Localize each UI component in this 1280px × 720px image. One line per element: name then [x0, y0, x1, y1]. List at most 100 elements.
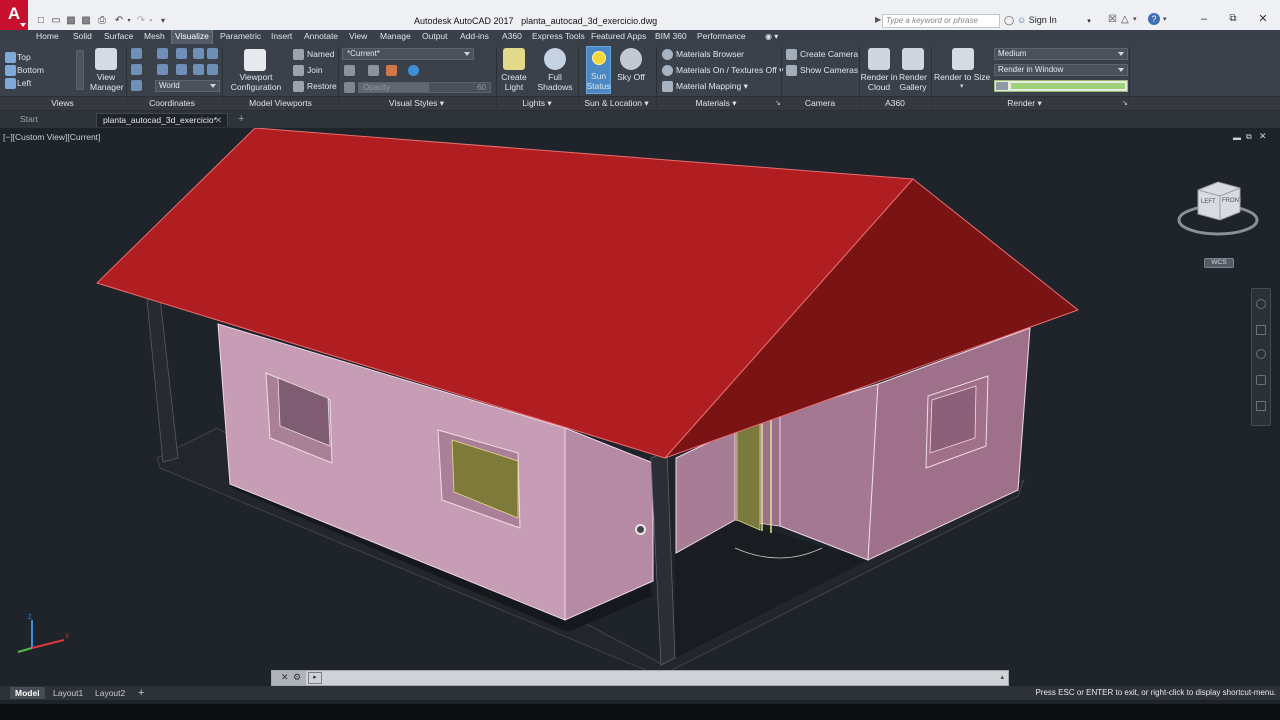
- ucs-face-icon[interactable]: [193, 48, 204, 59]
- tab-output[interactable]: Output: [419, 30, 451, 44]
- create-camera-button[interactable]: Create Camera: [800, 49, 858, 59]
- tab-visualize[interactable]: Visualize: [171, 30, 213, 44]
- sign-in-button[interactable]: ☺ Sign In ▾: [1017, 15, 1091, 25]
- chevron-down-icon[interactable]: ▾: [1163, 15, 1167, 23]
- new-tab-icon[interactable]: +: [232, 113, 250, 127]
- customize-toolbar-icon[interactable]: ▾: [157, 15, 169, 27]
- save-icon[interactable]: ▩: [65, 15, 77, 27]
- command-prompt-icon[interactable]: ▸: [308, 672, 322, 684]
- tab-addins[interactable]: Add-ins: [457, 30, 492, 44]
- render-settings-icon[interactable]: ↘: [1122, 99, 1128, 107]
- tab-mesh[interactable]: Mesh: [141, 30, 168, 44]
- view-left-button[interactable]: Left: [17, 78, 31, 88]
- steering-wheel-icon[interactable]: [1256, 299, 1266, 309]
- house-model[interactable]: [0, 128, 1280, 686]
- viewport-configuration-button[interactable]: Viewport Configuration: [226, 72, 286, 92]
- viewcube-left-face[interactable]: LEFT: [1201, 199, 1216, 205]
- plot-icon[interactable]: ⎙: [96, 15, 108, 27]
- panel-title-visual-styles[interactable]: Visual Styles ▾: [339, 96, 494, 110]
- minimize-icon[interactable]: –: [1195, 12, 1213, 26]
- ucs-origin-icon[interactable]: [131, 64, 142, 75]
- panel-title-materials[interactable]: Materials ▾: [657, 96, 775, 110]
- drawing-viewport[interactable]: [−][Custom View][Current] ▬ ⧉ ✕ LEFT FRO…: [0, 128, 1280, 686]
- xray-icon[interactable]: [408, 65, 419, 76]
- stay-connected-icon[interactable]: △: [1121, 14, 1129, 25]
- tab-bim-360[interactable]: BIM 360: [652, 30, 690, 44]
- tab-insert[interactable]: Insert: [268, 30, 295, 44]
- sky-off-button[interactable]: Sky Off: [612, 72, 650, 82]
- show-cameras-button[interactable]: Show Cameras: [800, 65, 858, 75]
- panel-title-sun-location[interactable]: Sun & Location ▾: [579, 96, 654, 110]
- add-layout-icon[interactable]: +: [133, 687, 149, 699]
- close-icon[interactable]: ✕: [1254, 12, 1272, 26]
- view-manager-button[interactable]: View Manager: [90, 72, 124, 92]
- ucs-world-icon[interactable]: [131, 80, 142, 91]
- join-viewports-button[interactable]: Join: [307, 65, 323, 75]
- visual-style-dropdown[interactable]: *Current*: [342, 48, 474, 60]
- tab-surface[interactable]: Surface: [101, 30, 136, 44]
- materials-browser-button[interactable]: Materials Browser: [676, 49, 744, 59]
- save-as-icon[interactable]: ▩: [80, 15, 92, 27]
- layout-tab-layout2[interactable]: Layout2: [90, 687, 130, 699]
- tab-solid[interactable]: Solid: [70, 30, 95, 44]
- search-expand-icon[interactable]: ▶: [875, 15, 881, 24]
- panel-title-render[interactable]: Render ▾: [932, 96, 1117, 110]
- application-menu-button[interactable]: A: [0, 0, 28, 30]
- restore-viewports-button[interactable]: Restore: [307, 81, 337, 91]
- layout-tab-model[interactable]: Model: [10, 687, 45, 699]
- open-file-icon[interactable]: ▭: [50, 15, 62, 27]
- tab-view[interactable]: View: [346, 30, 370, 44]
- restore-icon[interactable]: ⧉: [1224, 12, 1242, 26]
- close-tab-icon[interactable]: ✕: [215, 114, 222, 127]
- viewcube-front-face[interactable]: FRONT: [1222, 198, 1243, 204]
- chevron-down-icon[interactable]: ▾: [1133, 15, 1137, 23]
- undo-dropdown-icon[interactable]: ▾: [123, 15, 135, 27]
- pan-icon[interactable]: [1256, 325, 1266, 335]
- named-viewports-button[interactable]: Named: [307, 49, 334, 59]
- ucs-3point-icon[interactable]: [207, 48, 218, 59]
- face-color-icon[interactable]: [386, 65, 397, 76]
- command-input[interactable]: [326, 672, 996, 684]
- tab-express-tools[interactable]: Express Tools: [529, 30, 588, 44]
- orbit-icon[interactable]: [1256, 375, 1266, 385]
- redo-dropdown-icon[interactable]: ▾: [145, 15, 157, 27]
- view-bottom-button[interactable]: Bottom: [17, 65, 44, 75]
- ucs-object-icon[interactable]: [176, 48, 187, 59]
- materials-settings-icon[interactable]: ↘: [775, 99, 781, 107]
- ucs-view-icon[interactable]: [157, 48, 168, 59]
- tab-performance[interactable]: Performance: [694, 30, 749, 44]
- viewcube[interactable]: LEFT FRONT: [1176, 176, 1261, 238]
- wrench-icon[interactable]: ⚙: [293, 672, 301, 683]
- chevron-down-icon[interactable]: ▾: [960, 82, 964, 90]
- help-icon[interactable]: ?: [1148, 13, 1160, 25]
- view-top-button[interactable]: Top: [17, 52, 31, 62]
- tab-home[interactable]: Home: [33, 30, 62, 44]
- new-file-icon[interactable]: □: [35, 15, 47, 27]
- material-mapping-dropdown[interactable]: Material Mapping ▾: [676, 81, 748, 92]
- sun-status-button[interactable]: Sun Status: [586, 46, 611, 94]
- tab-featured-apps[interactable]: Featured Apps: [588, 30, 649, 44]
- layout-tab-layout1[interactable]: Layout1: [48, 687, 88, 699]
- opacity-slider[interactable]: Opacity 60: [358, 82, 491, 93]
- tab-annotate[interactable]: Annotate: [301, 30, 341, 44]
- ucs-dropdown[interactable]: World: [155, 80, 220, 92]
- tab-manage[interactable]: Manage: [377, 30, 414, 44]
- full-shadows-button[interactable]: Full Shadows: [535, 72, 575, 92]
- render-in-cloud-button[interactable]: Render in Cloud: [860, 72, 898, 92]
- ucs-y-icon[interactable]: [176, 64, 187, 75]
- wcs-menu[interactable]: WCS: [1204, 258, 1234, 268]
- tab-a360[interactable]: A360: [499, 30, 525, 44]
- ribbon-minimize-icon[interactable]: ◉ ▾: [762, 30, 781, 44]
- exchange-apps-icon[interactable]: ☒: [1108, 14, 1117, 25]
- showmotion-icon[interactable]: [1256, 401, 1266, 411]
- render-target-dropdown[interactable]: Render in Window: [994, 64, 1128, 76]
- views-scroll[interactable]: [76, 50, 84, 90]
- edge-style-icon[interactable]: [344, 65, 355, 76]
- ucs-x-icon[interactable]: [157, 64, 168, 75]
- command-line[interactable]: ✕ ⚙ ▸ ▴: [271, 670, 1009, 686]
- shadow-style-icon[interactable]: [368, 65, 379, 76]
- file-tab-start[interactable]: Start: [14, 113, 44, 127]
- ucs-z-icon[interactable]: [193, 64, 204, 75]
- create-light-button[interactable]: Create Light: [497, 72, 531, 92]
- ucs-zaxis-icon[interactable]: [207, 64, 218, 75]
